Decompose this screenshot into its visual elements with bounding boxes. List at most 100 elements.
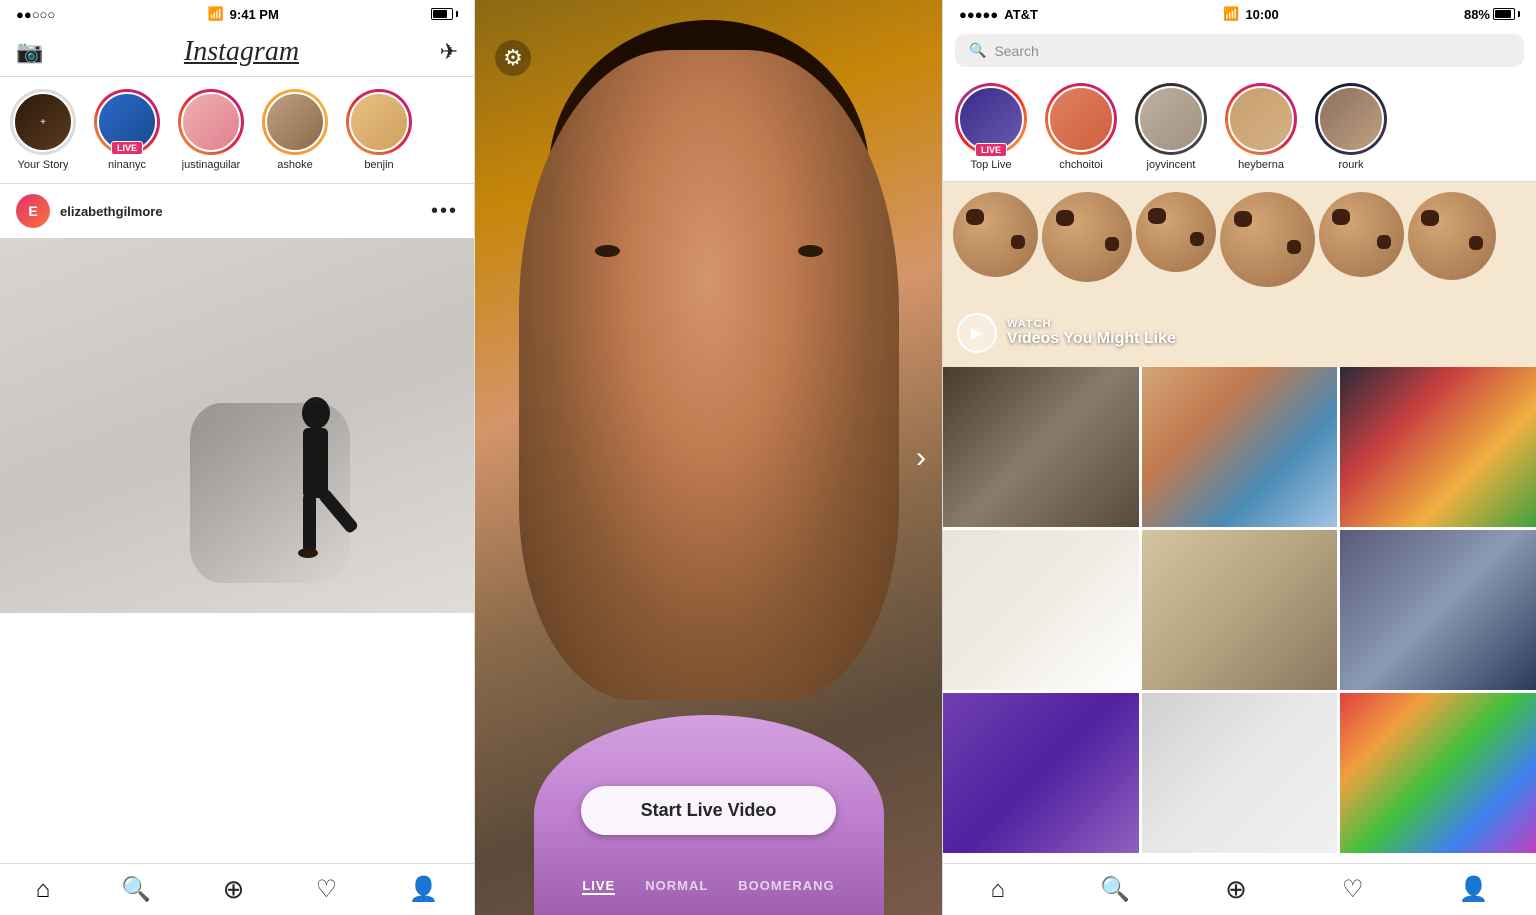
status-bar-feed: ●●○○○ 📶 9:41 PM — [0, 0, 474, 28]
live-story-ring-heyberna — [1225, 83, 1297, 155]
play-button[interactable]: ▶ — [957, 313, 997, 353]
cookie-6 — [1408, 192, 1496, 280]
explore-grid — [943, 367, 1536, 853]
story-avatar-wrap-justinaguilar — [178, 89, 244, 155]
nav-profile-button[interactable]: 👤 — [408, 875, 438, 904]
battery-icon — [431, 8, 453, 20]
signal-dots: ●●●●● — [959, 7, 998, 22]
time-explore: 10:00 — [1245, 7, 1278, 22]
search-icon: 🔍 — [969, 42, 986, 59]
explore-nav-heart-button[interactable]: ♡ — [1342, 875, 1364, 904]
story-item-your-story[interactable]: + Your Story — [8, 89, 78, 171]
mode-live[interactable]: LIVE — [582, 878, 615, 895]
camera-panel: ⚙ › Start Live Video LIVE NORMAL BOOMERA… — [475, 0, 942, 915]
live-story-heyberna[interactable]: heyberna — [1221, 83, 1301, 171]
story-avatar-wrap-your-story: + — [10, 89, 76, 155]
live-story-avatar-joyvincent — [1138, 86, 1204, 152]
watch-label: WATCH — [1007, 318, 1176, 330]
live-story-ring-joyvincent — [1135, 83, 1207, 155]
direct-message-button[interactable]: ✈ — [440, 39, 458, 65]
story-ring-ashoke — [262, 89, 328, 155]
live-story-ring-rourk — [1315, 83, 1387, 155]
live-story-rourk[interactable]: rourk — [1311, 83, 1391, 171]
feed-panel: ●●○○○ 📶 9:41 PM 📷 Instagram ✈ + — [0, 0, 475, 915]
settings-button[interactable]: ⚙ — [495, 40, 531, 76]
nav-home-button[interactable]: ⌂ — [36, 876, 51, 904]
grid-cell-6[interactable] — [1340, 530, 1536, 690]
camera-next-button[interactable]: › — [916, 441, 926, 475]
explore-nav-add-button[interactable]: ⊕ — [1225, 874, 1247, 905]
battery-icon-explore — [1493, 8, 1515, 20]
search-bar[interactable]: 🔍 Search — [955, 34, 1524, 67]
nav-add-button[interactable]: ⊕ — [223, 874, 245, 905]
live-story-avatar-rourk — [1318, 86, 1384, 152]
live-story-label-chchoitoi: chchoitoi — [1059, 159, 1102, 171]
story-item-justinaguilar[interactable]: justinaguilar — [176, 89, 246, 171]
grid-cell-7[interactable] — [943, 693, 1139, 853]
explore-nav-home-button[interactable]: ⌂ — [991, 876, 1006, 904]
post-options-button[interactable]: ••• — [431, 200, 458, 223]
mode-boomerang[interactable]: BOOMERANG — [738, 878, 834, 895]
post-username: elizabethgilmore — [60, 204, 421, 219]
story-avatar-ashoke — [265, 92, 325, 152]
story-item-ninanyc[interactable]: LIVE ninanyc — [92, 89, 162, 171]
story-label-benjin: benjin — [364, 159, 393, 171]
bottom-nav-explore: ⌂ 🔍 ⊕ ♡ 👤 — [943, 863, 1536, 915]
live-story-ring-top-live: LIVE — [955, 83, 1027, 155]
wifi-icon-explore: 📶 — [1223, 6, 1239, 22]
battery-pct-explore: 88% — [1464, 7, 1490, 22]
stories-row: + Your Story LIVE ninanyc justi — [0, 77, 474, 184]
bottom-nav-feed: ⌂ 🔍 ⊕ ♡ 👤 — [0, 863, 474, 915]
grid-cell-9[interactable] — [1340, 693, 1536, 853]
camera-button[interactable]: 📷 — [16, 39, 43, 65]
story-avatar-your-story: + — [13, 92, 73, 152]
live-badge-ninanyc: LIVE — [111, 141, 143, 155]
story-avatar-wrap-ninanyc: LIVE — [94, 89, 160, 155]
post-avatar: E — [16, 194, 50, 228]
nav-heart-button[interactable]: ♡ — [316, 875, 338, 904]
start-live-button[interactable]: Start Live Video — [581, 786, 837, 835]
post-header: E elizabethgilmore ••• — [0, 184, 474, 238]
grid-cell-8[interactable] — [1142, 693, 1338, 853]
nav-search-button[interactable]: 🔍 — [121, 875, 151, 904]
watch-text: WATCH Videos You Might Like — [1007, 318, 1176, 348]
story-item-ashoke[interactable]: ashoke — [260, 89, 330, 171]
shadow — [190, 403, 350, 583]
carrier-label: AT&T — [1004, 7, 1038, 22]
story-avatar-justinaguilar — [181, 92, 241, 152]
story-avatar-wrap-ashoke — [262, 89, 328, 155]
status-bar-explore: ●●●●● AT&T 📶 10:00 88% — [943, 0, 1536, 28]
grid-cell-4[interactable] — [943, 530, 1139, 690]
search-placeholder: Search — [994, 43, 1038, 59]
grid-cell-3[interactable] — [1340, 367, 1536, 527]
live-story-label-joyvincent: joyvincent — [1147, 159, 1196, 171]
grid-cell-5[interactable] — [1142, 530, 1338, 690]
live-story-ring-chchoitoi — [1045, 83, 1117, 155]
story-label-your-story: Your Story — [18, 159, 69, 171]
story-label-ashoke: ashoke — [277, 159, 312, 171]
grid-cell-1[interactable] — [943, 367, 1139, 527]
live-story-top-live[interactable]: LIVE Top Live — [951, 83, 1031, 171]
signal-indicator: ●●○○○ — [16, 7, 55, 22]
cookie-4 — [1220, 192, 1315, 287]
live-story-chchoitoi[interactable]: chchoitoi — [1041, 83, 1121, 171]
live-story-label-rourk: rourk — [1338, 159, 1363, 171]
story-label-ninanyc: ninanyc — [108, 159, 146, 171]
watch-banner[interactable]: ▶ WATCH Videos You Might Like — [943, 182, 1536, 367]
camera-mode-bar: LIVE NORMAL BOOMERANG — [475, 878, 942, 895]
live-badge-top-live: LIVE — [975, 143, 1007, 157]
story-ring-benjin — [346, 89, 412, 155]
battery-tip — [456, 11, 458, 17]
explore-nav-profile-button[interactable]: 👤 — [1459, 875, 1489, 904]
feed-header: 📷 Instagram ✈ — [0, 28, 474, 77]
live-story-avatar-chchoitoi — [1048, 86, 1114, 152]
camera-top-bar: ⚙ — [475, 40, 942, 76]
story-ring-your-story: + — [10, 89, 76, 155]
time-feed: 9:41 PM — [230, 7, 279, 22]
grid-cell-2[interactable] — [1142, 367, 1338, 527]
live-story-avatar-heyberna — [1228, 86, 1294, 152]
explore-nav-search-button[interactable]: 🔍 — [1100, 875, 1130, 904]
mode-normal[interactable]: NORMAL — [645, 878, 708, 895]
live-story-joyvincent[interactable]: joyvincent — [1131, 83, 1211, 171]
story-item-benjin[interactable]: benjin — [344, 89, 414, 171]
